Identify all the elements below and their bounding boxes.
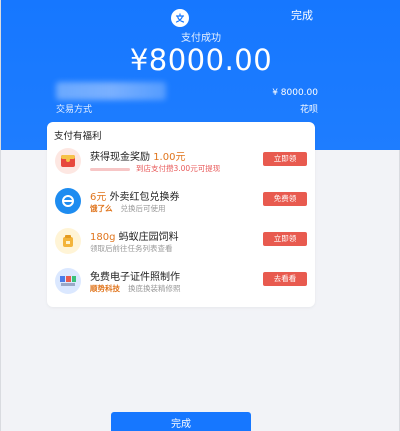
done-top-button[interactable]: 完成 bbox=[291, 7, 313, 23]
benefit-value: 6元 bbox=[90, 192, 107, 203]
done-button[interactable]: 完成 bbox=[111, 412, 251, 431]
benefit-subtitle: 到店支付攒3.00元可提现 bbox=[90, 163, 220, 174]
payment-channel: 花呗 bbox=[299, 105, 318, 115]
payment-amount-small: ¥ 8000.00 bbox=[272, 88, 318, 98]
id-photo-icon bbox=[55, 268, 81, 294]
payment-status-text: 支付成功 bbox=[181, 33, 221, 44]
blurred-merchant-name bbox=[56, 82, 166, 100]
benefit-subtitle: 饿了么 兑换后可使用 bbox=[90, 203, 166, 214]
benefit-title-text: 免费电子证件照制作 bbox=[90, 272, 180, 283]
benefit-item-ant-farm-feed[interactable]: 180g 蚂蚁庄园饲料 领取后前往任务列表查看 立即领 bbox=[47, 228, 315, 268]
benefit-item-eleme-coupon[interactable]: 6元 外卖红包兑换券 饿了么 兑换后可使用 免费领 bbox=[47, 188, 315, 228]
benefits-title: 支付有福利 bbox=[54, 131, 102, 142]
benefit-title: 获得现金奖励 1.00元 bbox=[90, 148, 185, 163]
benefit-subtitle: 顺势科技 换底换装精修照 bbox=[90, 283, 181, 294]
free-claim-button[interactable]: 免费领 bbox=[263, 192, 307, 206]
benefit-title-text: 蚂蚁庄园饲料 bbox=[118, 232, 179, 243]
benefits-card: 支付有福利 获得现金奖励 1.00元 到店支付攒3.00元可提现 立即领 6元 … bbox=[47, 122, 315, 307]
benefit-title: 免费电子证件照制作 bbox=[90, 268, 180, 283]
go-see-button[interactable]: 去看看 bbox=[263, 272, 307, 286]
red-envelope-icon bbox=[55, 148, 81, 174]
brand-label: 饿了么 bbox=[90, 204, 113, 213]
cash-progress-bar bbox=[90, 167, 130, 171]
benefit-value: 180g bbox=[90, 232, 116, 243]
benefit-item-id-photo[interactable]: 免费电子证件照制作 顺势科技 换底换装精修照 去看看 bbox=[47, 268, 315, 308]
benefit-value: 1.00元 bbox=[153, 152, 186, 163]
benefit-sub-text: 领取后前往任务列表查看 bbox=[90, 244, 173, 253]
brand-label: 顺势科技 bbox=[90, 284, 120, 293]
claim-now-button[interactable]: 立即领 bbox=[263, 232, 307, 246]
claim-now-button[interactable]: 立即领 bbox=[263, 152, 307, 166]
benefit-sub-text: 兑换后可使用 bbox=[120, 204, 166, 213]
benefit-sub-text: 到店支付攒3.00元可提现 bbox=[136, 164, 221, 173]
benefit-title-text: 获得现金奖励 bbox=[90, 152, 150, 163]
benefit-title: 180g 蚂蚁庄园饲料 bbox=[90, 228, 179, 243]
phone-screen: 完成 支付成功 ¥8000.00 ¥ 8000.00 交易方式 花呗 支付有福利… bbox=[0, 0, 400, 431]
payment-method-label: 交易方式 bbox=[56, 105, 93, 115]
benefit-title-text: 外卖红包兑换券 bbox=[109, 192, 180, 203]
payment-amount: ¥8000.00 bbox=[129, 43, 273, 77]
eleme-icon bbox=[55, 188, 81, 214]
benefit-sub-text: 换底换装精修照 bbox=[128, 284, 181, 293]
alipay-logo-icon bbox=[171, 9, 189, 27]
benefit-item-cash-reward[interactable]: 获得现金奖励 1.00元 到店支付攒3.00元可提现 立即领 bbox=[47, 148, 315, 188]
benefit-subtitle: 领取后前往任务列表查看 bbox=[90, 243, 173, 254]
feed-bag-icon bbox=[55, 228, 81, 254]
benefit-title: 6元 外卖红包兑换券 bbox=[90, 188, 180, 203]
